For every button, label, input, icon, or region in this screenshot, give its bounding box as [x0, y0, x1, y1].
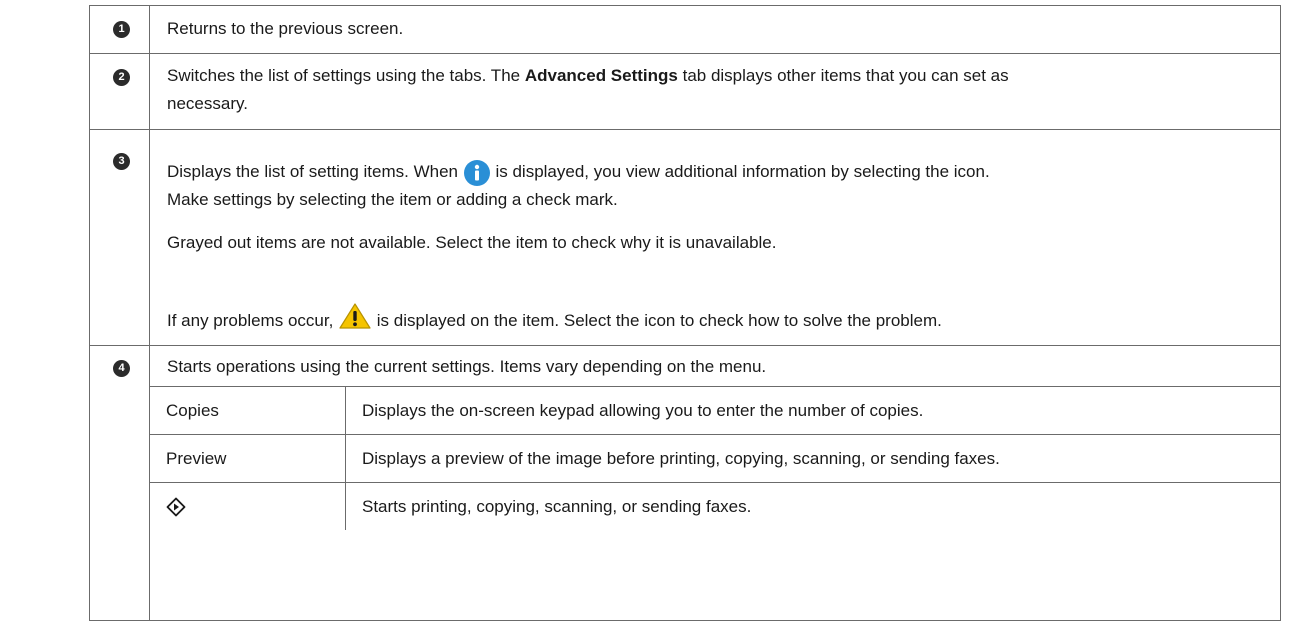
start-description: Starts printing, copying, scanning, or s… [362, 497, 752, 516]
number-cell: 1 [90, 6, 150, 53]
row-3-para-2: Grayed out items are not available. Sele… [167, 233, 777, 252]
table-row-4: 4 Starts operations using the current se… [89, 345, 1281, 621]
number-cell: 2 [90, 54, 150, 129]
preview-description: Displays a preview of the image before p… [362, 449, 1000, 468]
row-1-text: Returns to the previous screen. [167, 19, 404, 38]
preview-label: Preview [166, 449, 227, 468]
column-divider [345, 483, 346, 530]
number-badge-4: 4 [113, 360, 130, 377]
row-3-para-1-line2: Make settings by selecting the item or a… [167, 190, 618, 209]
column-divider [345, 387, 346, 434]
row-2-text-after: tab displays other items that you can se… [677, 66, 1009, 85]
row-3-para-3: If any problems occur, is displayed on t… [167, 302, 942, 335]
row-3-text-before-icon: Displays the list of setting items. When [167, 162, 463, 181]
table-row-2: 2 Switches the list of settings using th… [89, 53, 1281, 129]
column-divider [345, 435, 346, 482]
row-3-para-1: Displays the list of setting items. When… [167, 158, 990, 187]
table-row-1: 1 Returns to the previous screen. [89, 5, 1281, 53]
subrow-preview: Preview Displays a preview of the image … [150, 434, 1281, 482]
number-cell: 3 [90, 130, 150, 345]
number-cell: 4 [90, 346, 150, 620]
subrow-copies: Copies Displays the on-screen keypad all… [150, 386, 1281, 434]
copies-description: Displays the on-screen keypad allowing y… [362, 401, 924, 420]
row-3-para-3-before: If any problems occur, [167, 311, 339, 330]
row-3-text-after-icon: is displayed, you view additional inform… [495, 162, 990, 181]
row-3-para-3-after: is displayed on the item. Select the ico… [376, 311, 942, 330]
number-badge-1: 1 [113, 21, 130, 38]
row-2-text-line2: necessary. [167, 94, 248, 113]
row-4-text: Starts operations using the current sett… [167, 357, 767, 376]
warning-icon [339, 303, 371, 329]
row-2-text: Switches the list of settings using the … [167, 62, 1009, 90]
row-2-text-before: Switches the list of settings using the … [167, 66, 525, 85]
advanced-settings-label: Advanced Settings [524, 66, 678, 85]
start-diamond-icon [166, 497, 186, 517]
info-icon [463, 159, 490, 186]
number-badge-2: 2 [113, 69, 130, 86]
copies-label: Copies [166, 401, 219, 420]
subrow-start: Starts printing, copying, scanning, or s… [150, 482, 1281, 530]
table-row-3: 3 Displays the list of setting items. Wh… [89, 129, 1281, 345]
number-badge-3: 3 [113, 153, 130, 170]
